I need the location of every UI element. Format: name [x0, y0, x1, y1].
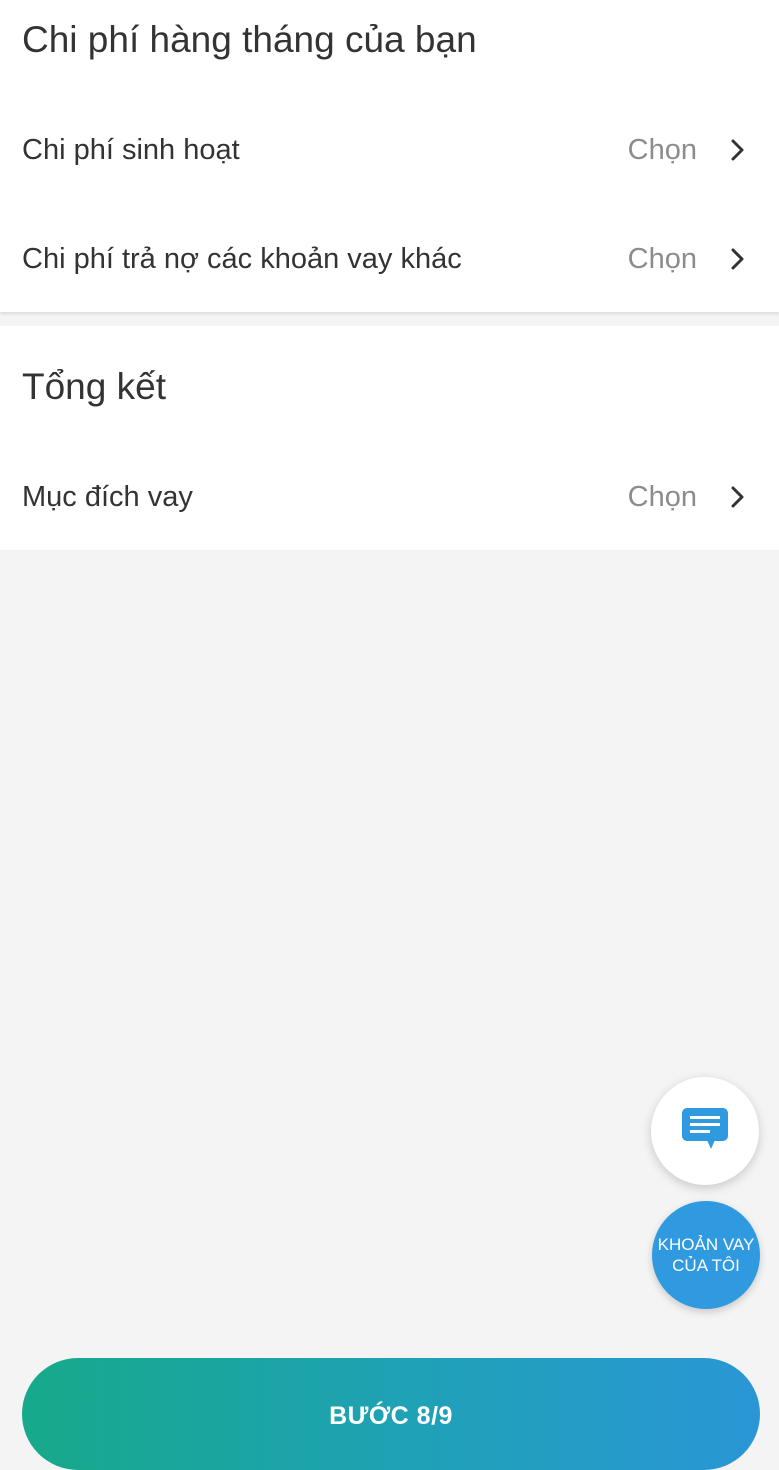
my-loans-button[interactable]: KHOẢN VAY CỦA TÔI — [652, 1201, 760, 1309]
living-expenses-label: Chi phí sinh hoạt — [22, 133, 240, 166]
monthly-expenses-title: Chi phí hàng tháng của bạn — [22, 19, 477, 60]
chat-icon — [681, 1106, 729, 1157]
loan-purpose-label: Mục đích vay — [22, 480, 193, 513]
summary-card: Tổng kết Mục đích vay Chọn — [0, 326, 779, 550]
loan-purpose-row[interactable]: Mục đích vay Chọn — [0, 465, 779, 529]
chat-button[interactable] — [651, 1077, 759, 1185]
step-button[interactable]: BƯỚC 8/9 — [22, 1358, 760, 1470]
summary-title: Tổng kết — [22, 366, 166, 407]
my-loans-line1: KHOẢN VAY — [657, 1235, 755, 1254]
chevron-right-icon — [725, 138, 749, 162]
loan-purpose-value: Chọn — [627, 480, 697, 513]
monthly-expenses-card: Chi phí hàng tháng của bạn Chi phí sinh … — [0, 0, 779, 312]
step-button-label: BƯỚC 8/9 — [329, 1402, 453, 1430]
other-loan-repayment-label: Chi phí trả nợ các khoản vay khác — [22, 242, 462, 275]
my-loans-line2: CỦA TÔI — [672, 1256, 740, 1275]
living-expenses-row[interactable]: Chi phí sinh hoạt Chọn — [0, 118, 779, 182]
chevron-right-icon — [725, 485, 749, 509]
other-loan-repayment-value: Chọn — [627, 242, 697, 275]
other-loan-repayment-row[interactable]: Chi phí trả nợ các khoản vay khác Chọn — [0, 227, 779, 291]
chevron-right-icon — [725, 247, 749, 271]
living-expenses-value: Chọn — [627, 133, 697, 166]
